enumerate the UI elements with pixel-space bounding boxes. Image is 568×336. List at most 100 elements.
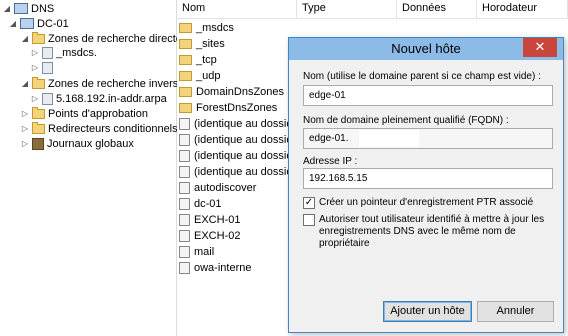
tree-item-dc-01[interactable]: ◢ DC-01 — [8, 16, 69, 32]
list-item[interactable]: (identique au dossier — [179, 116, 296, 132]
zone-icon — [42, 47, 53, 59]
tree-item-label: Points d'approbation — [48, 108, 148, 120]
dialog-titlebar[interactable]: Nouvel hôte ✕ — [289, 38, 563, 60]
expand-icon[interactable]: ▷ — [30, 60, 40, 76]
tree-item-label: Journaux globaux — [47, 138, 134, 150]
add-host-button[interactable]: Ajouter un hôte — [383, 301, 472, 322]
expand-icon[interactable]: ▷ — [20, 121, 30, 137]
list-item[interactable]: _msdcs — [179, 20, 234, 36]
ptr-label: Créer un pointeur d'enregistrement PTR a… — [319, 197, 534, 208]
tree-item-trust-points[interactable]: ▷ Points d'approbation — [20, 106, 148, 122]
list-item-name: dc-01 — [194, 198, 222, 210]
list-item[interactable]: (identique au dossier — [179, 148, 296, 164]
list-item-name: owa-interne — [194, 262, 252, 274]
expand-icon[interactable]: ▷ — [30, 45, 40, 61]
expand-icon[interactable]: ◢ — [20, 31, 30, 47]
ip-label: Adresse IP : — [303, 156, 358, 167]
ptr-option[interactable]: ✓ Créer un pointeur d'enregistrement PTR… — [303, 197, 558, 211]
tree-item-dns[interactable]: ◢ DNS — [2, 1, 54, 17]
list-item[interactable]: EXCH-02 — [179, 228, 240, 244]
list-item[interactable]: owa-interne — [179, 260, 251, 276]
expand-icon[interactable]: ◢ — [8, 16, 18, 32]
expand-icon[interactable]: ▷ — [30, 91, 40, 107]
tree-item-label: 5.168.192.in-addr.arpa — [56, 93, 167, 105]
fqdn-value: edge-01. — [309, 133, 349, 144]
list-item-name: _tcp — [196, 54, 217, 66]
tree-item-label: _msdcs. — [56, 47, 97, 59]
expand-icon[interactable]: ◢ — [20, 76, 30, 92]
list-item[interactable]: autodiscover — [179, 180, 256, 196]
record-icon — [179, 246, 190, 258]
record-icon — [179, 198, 190, 210]
fqdn-label: Nom de domaine pleinement qualifié (FQDN… — [303, 115, 509, 126]
record-icon — [179, 214, 190, 226]
name-input[interactable] — [303, 85, 553, 106]
list-item-name: _sites — [196, 38, 225, 50]
zone-icon — [42, 62, 53, 74]
list-item-name: ForestDnsZones — [196, 102, 278, 114]
column-header-type[interactable]: Type — [297, 0, 397, 19]
folder-icon — [32, 122, 45, 134]
expand-icon[interactable]: ▷ — [20, 106, 30, 122]
list-item[interactable]: _sites — [179, 36, 225, 52]
tree-item-label: Zones de recherche inversée — [48, 78, 191, 90]
expand-icon[interactable]: ◢ — [2, 1, 12, 17]
list-item[interactable]: mail — [179, 244, 214, 260]
server-icon — [20, 18, 34, 29]
name-label: Nom (utilise le domaine parent si ce cha… — [303, 71, 541, 82]
record-icon — [179, 150, 190, 162]
list-item-name: _msdcs — [196, 22, 234, 34]
list-item-name: DomainDnsZones — [196, 86, 285, 98]
folder-icon — [179, 71, 192, 81]
close-button[interactable]: ✕ — [523, 38, 557, 57]
list-item[interactable]: (identique au dossier — [179, 164, 296, 180]
list-item-name: autodiscover — [194, 182, 257, 194]
folder-icon — [179, 87, 192, 97]
tree-item-zone-redacted[interactable]: ▷ — [30, 60, 56, 76]
column-header-name[interactable]: Nom — [177, 0, 297, 19]
tree-item-label: Redirecteurs conditionnels — [48, 123, 178, 135]
list-item[interactable]: ForestDnsZones — [179, 100, 277, 116]
expand-icon[interactable]: ▷ — [20, 136, 30, 152]
list-item-name: EXCH-02 — [194, 230, 241, 242]
tree-item-reverse-zone[interactable]: ▷ 5.168.192.in-addr.arpa — [30, 91, 167, 107]
tree-item-reverse-zones[interactable]: ◢ Zones de recherche inversée — [20, 76, 190, 92]
auth-update-checkbox[interactable] — [303, 214, 315, 226]
list-item[interactable]: DomainDnsZones — [179, 84, 284, 100]
list-item-name: (identique au dossier — [194, 166, 297, 178]
record-icon — [179, 230, 190, 242]
log-book-icon — [32, 138, 44, 150]
list-item-name: (identique au dossier — [194, 134, 297, 146]
record-icon — [179, 118, 190, 130]
folder-icon — [179, 23, 192, 33]
fqdn-field: edge-01. — [303, 128, 553, 149]
dns-icon — [14, 3, 28, 14]
list-item-name: (identique au dossier — [194, 150, 297, 162]
auth-update-label: Autoriser tout utilisateur identifié à m… — [319, 214, 545, 249]
list-item[interactable]: (identique au dossier — [179, 132, 296, 148]
list-item-name: (identique au dossier — [194, 118, 297, 130]
list-item[interactable]: _tcp — [179, 52, 217, 68]
list-item[interactable]: _udp — [179, 68, 220, 84]
ip-address-input[interactable] — [303, 168, 553, 189]
record-icon — [179, 166, 190, 178]
tree-item-global-logs[interactable]: ▷ Journaux globaux — [20, 136, 134, 152]
record-icon — [179, 134, 190, 146]
list-item-name: mail — [194, 246, 215, 258]
record-icon — [179, 262, 190, 274]
list-item-name: EXCH-01 — [194, 214, 241, 226]
auth-update-option[interactable]: Autoriser tout utilisateur identifié à m… — [303, 214, 558, 249]
tree-item-conditional-forwarders[interactable]: ▷ Redirecteurs conditionnels — [20, 121, 178, 137]
column-header-data[interactable]: Données — [397, 0, 477, 19]
column-header-timestamp[interactable]: Horodateur — [477, 0, 568, 19]
redacted-area — [359, 130, 419, 147]
folder-icon — [179, 55, 192, 65]
cancel-button[interactable]: Annuler — [477, 301, 554, 322]
tree-item-label: DNS — [31, 3, 55, 15]
dialog-title: Nouvel hôte — [391, 41, 461, 56]
tree-item-msdcs[interactable]: ▷ _msdcs. — [30, 45, 97, 61]
tree-item-label: Zones de recherche directes — [48, 33, 188, 45]
list-item[interactable]: EXCH-01 — [179, 212, 240, 228]
ptr-checkbox[interactable]: ✓ — [303, 197, 315, 209]
list-item[interactable]: dc-01 — [179, 196, 222, 212]
